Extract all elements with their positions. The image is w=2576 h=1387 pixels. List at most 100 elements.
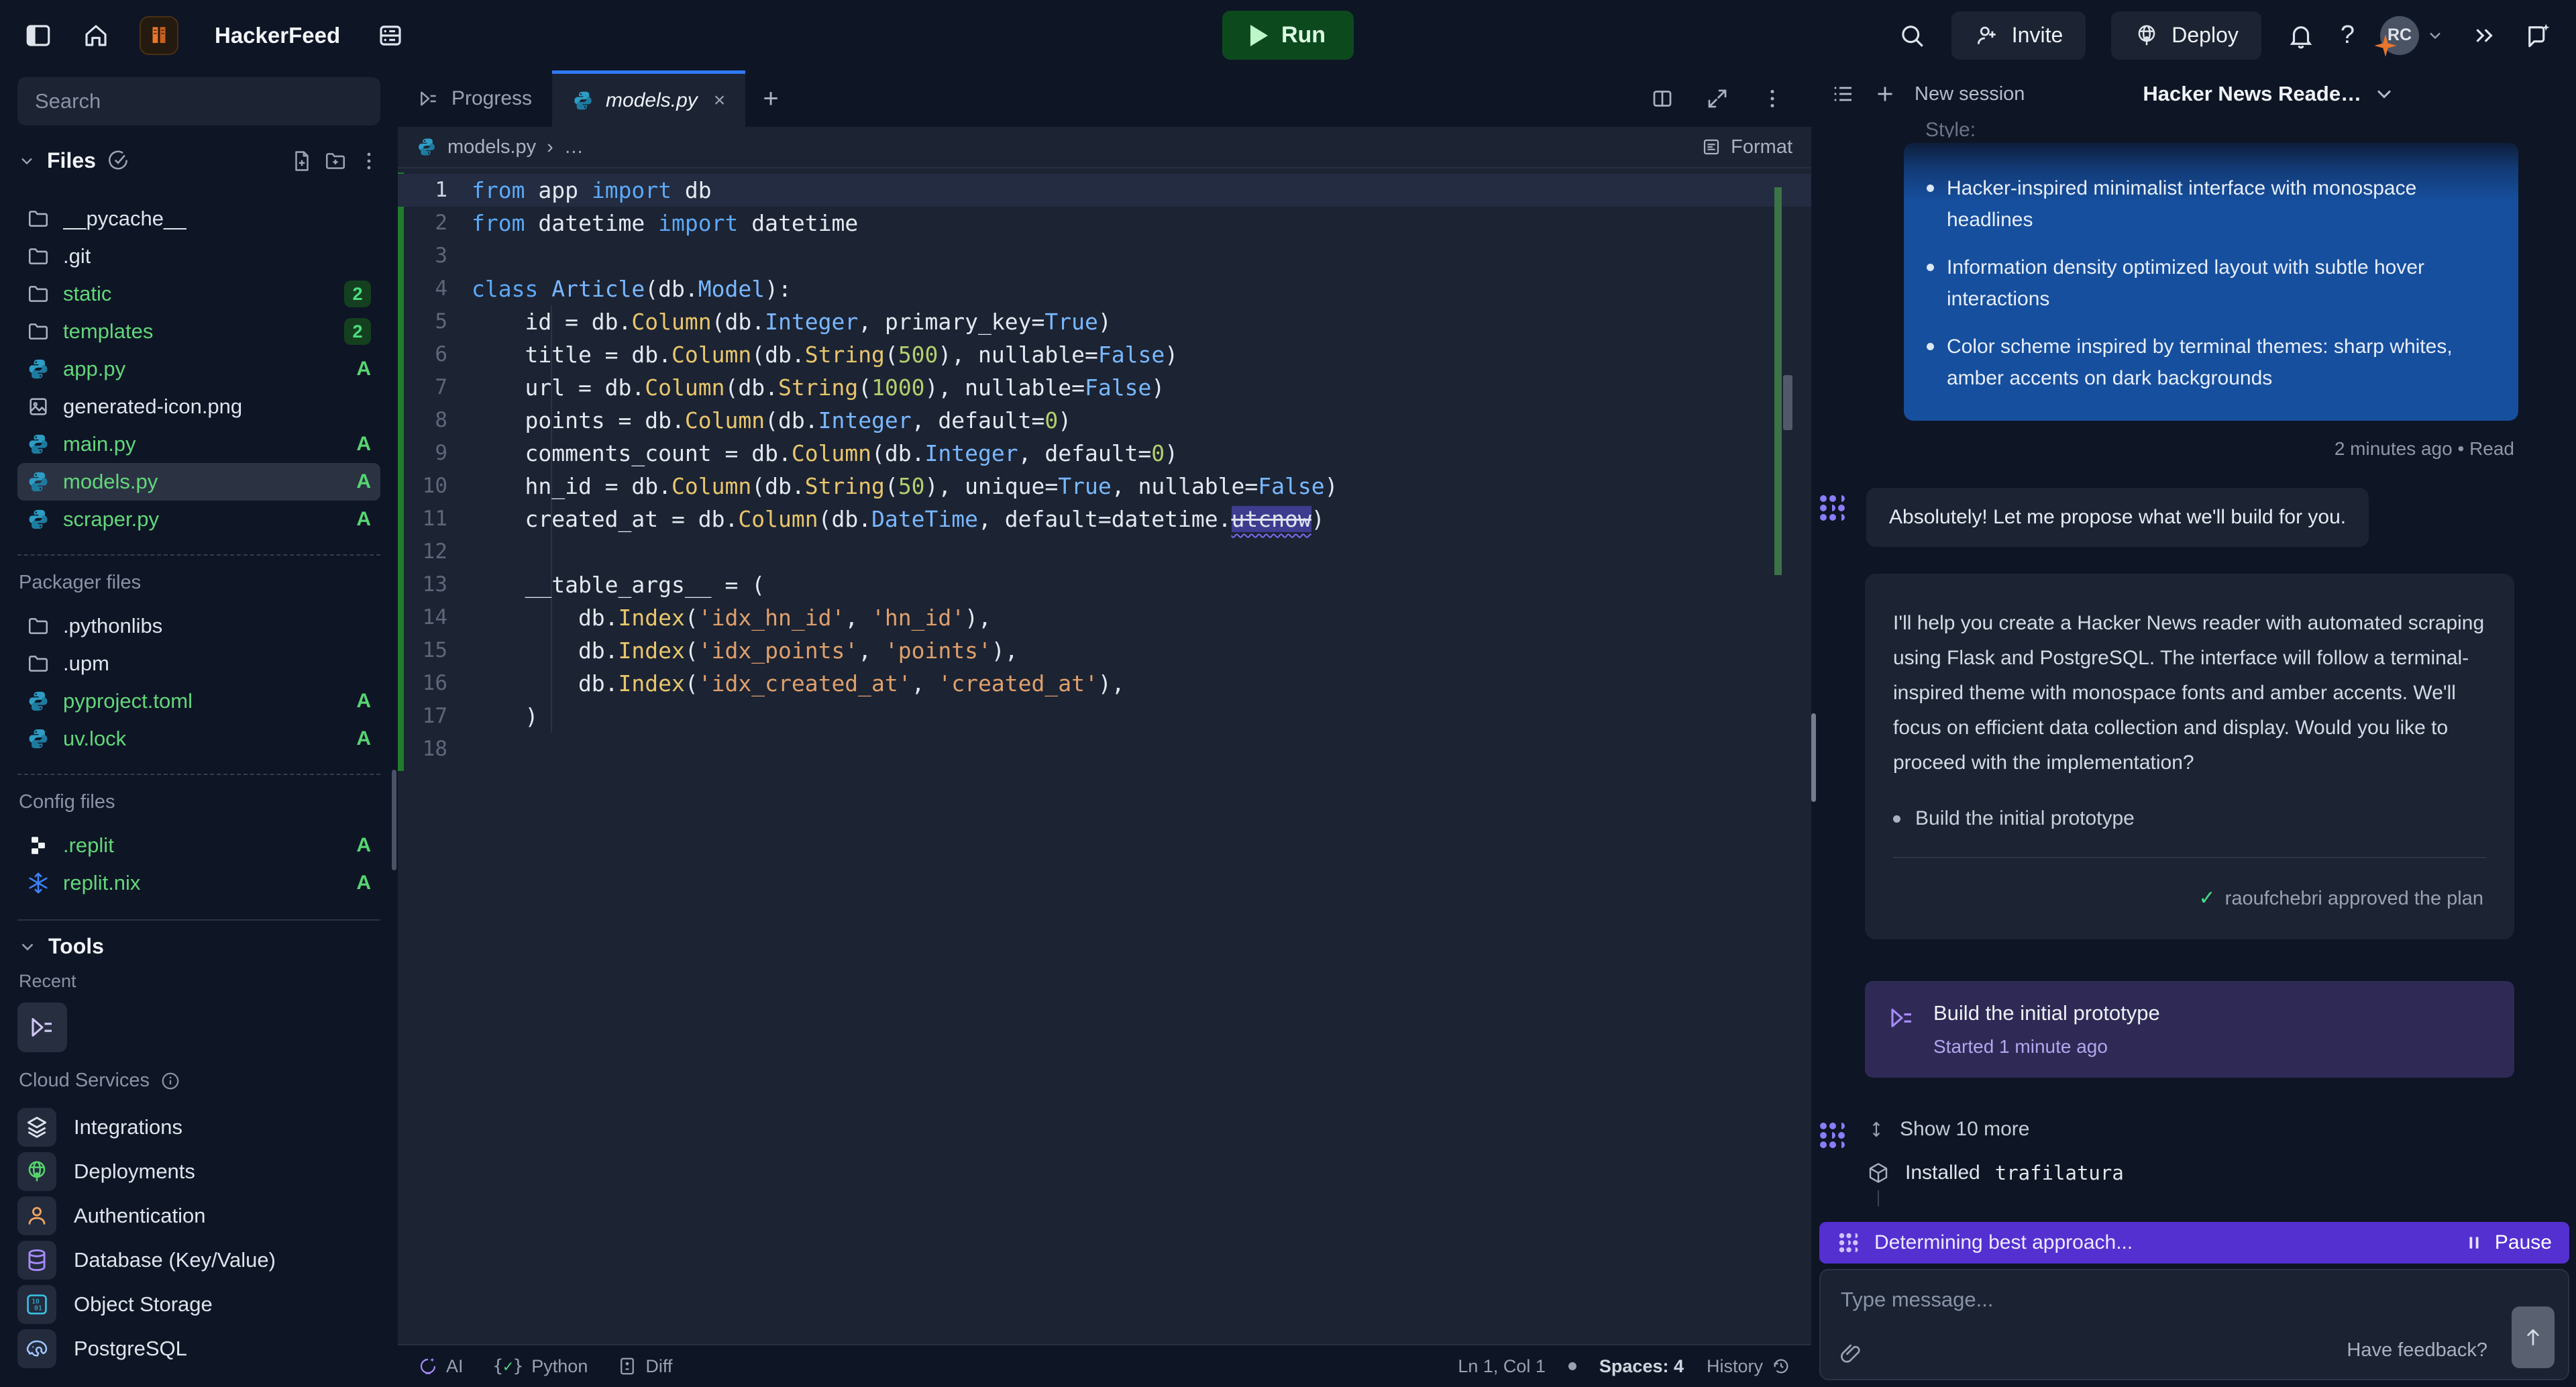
plus-icon[interactable] xyxy=(1873,82,1897,106)
file-row-app-py[interactable]: app.py A xyxy=(17,350,380,388)
code-line-12[interactable]: 12 xyxy=(398,535,1811,568)
session-title[interactable]: Hacker News Reade… xyxy=(2143,82,2396,106)
file-row-static[interactable]: static 2 xyxy=(17,275,380,313)
statusbar-ai[interactable]: AI xyxy=(418,1356,464,1377)
tool-item-database-key-value[interactable]: Database (Key/Value) xyxy=(17,1238,380,1282)
code-line-7[interactable]: 7 url = db.Column(db.String(1000), nulla… xyxy=(398,371,1811,404)
format-button[interactable]: Format xyxy=(1701,136,1792,158)
file-row-pyproject-toml[interactable]: pyproject.toml A xyxy=(17,682,380,720)
code-line-8[interactable]: 8 points = db.Column(db.Integer, default… xyxy=(398,404,1811,437)
close-tab-icon[interactable]: × xyxy=(714,89,726,112)
line-number: 1 xyxy=(398,174,472,207)
breadcrumb-file[interactable]: models.py xyxy=(447,136,536,158)
code-line-15[interactable]: 15 db.Index('idx_points', 'points'), xyxy=(398,634,1811,667)
git-change-count-badge: 2 xyxy=(344,280,371,307)
repl-resources-icon[interactable] xyxy=(376,21,405,50)
sessions-list-icon[interactable] xyxy=(1831,82,1856,106)
indent-setting[interactable]: Spaces: 4 xyxy=(1599,1356,1684,1377)
message-input[interactable] xyxy=(1821,1270,2568,1317)
code-line-4[interactable]: 4 class Article(db.Model): xyxy=(398,272,1811,305)
chat-header: New session Hacker News Reade… xyxy=(1811,70,2576,117)
search-input[interactable] xyxy=(17,77,380,125)
help-icon[interactable]: ? xyxy=(2341,21,2355,50)
code-line-16[interactable]: 16 db.Index('idx_created_at', 'created_a… xyxy=(398,667,1811,700)
notifications-bell-icon[interactable] xyxy=(2287,21,2315,50)
file-row-git[interactable]: .git xyxy=(17,238,380,275)
code-line-11[interactable]: 11 created_at = db.Column(db.DateTime, d… xyxy=(398,503,1811,535)
chevron-down-icon[interactable] xyxy=(17,152,36,170)
history-button[interactable]: History xyxy=(1707,1356,1791,1377)
home-icon[interactable] xyxy=(82,21,110,50)
feedback-link[interactable]: Have feedback? xyxy=(2347,1339,2487,1362)
code-line-3[interactable]: 3 xyxy=(398,240,1811,272)
expand-icon[interactable] xyxy=(1705,87,1729,111)
new-chat-icon[interactable] xyxy=(2524,21,2552,50)
tool-item-deployments[interactable]: Deployments xyxy=(17,1149,380,1194)
kebab-menu-icon[interactable] xyxy=(1760,87,1784,111)
file-row-generated-icon-png[interactable]: generated-icon.png xyxy=(17,388,380,425)
code-line-5[interactable]: 5 id = db.Column(db.Integer, primary_key… xyxy=(398,305,1811,338)
file-row-uv-lock[interactable]: uv.lock A xyxy=(17,720,380,758)
pause-button[interactable]: Pause xyxy=(2465,1231,2552,1254)
code-line-14[interactable]: 14 db.Index('idx_hn_id', 'hn_id'), xyxy=(398,601,1811,634)
code-line-10[interactable]: 10 hn_id = db.Column(db.String(50), uniq… xyxy=(398,470,1811,503)
code-line-1[interactable]: 1 from app import db xyxy=(398,174,1811,207)
collapse-panel-icon[interactable] xyxy=(2470,21,2498,50)
breadcrumb: models.py › … Format xyxy=(398,127,1811,168)
chevron-down-icon[interactable] xyxy=(17,937,38,957)
installed-step[interactable]: Installed trafilatura xyxy=(1866,1161,2499,1185)
file-name: templates xyxy=(63,319,153,344)
tool-item-authentication[interactable]: Authentication xyxy=(17,1194,380,1238)
user-message-card: Hacker-inspired minimalist interface wit… xyxy=(1904,143,2518,421)
file-row-upm[interactable]: .upm xyxy=(17,645,380,682)
tool-item-integrations[interactable]: Integrations xyxy=(17,1105,380,1149)
code-line-6[interactable]: 6 title = db.Column(db.String(500), null… xyxy=(398,338,1811,371)
code-editor[interactable]: 1 from app import db 2 from datetime imp… xyxy=(398,168,1811,1344)
file-row-templates[interactable]: templates 2 xyxy=(17,313,380,350)
code-line-18[interactable]: 18 xyxy=(398,733,1811,766)
run-button[interactable]: Run xyxy=(1222,11,1354,60)
chat-scrollbar[interactable] xyxy=(1811,713,1816,802)
statusbar-language[interactable]: {✓} Python xyxy=(493,1356,588,1377)
task-card[interactable]: Build the initial prototype Started 1 mi… xyxy=(1865,981,2514,1078)
cursor-position[interactable]: Ln 1, Col 1 xyxy=(1458,1356,1546,1377)
attach-paperclip-icon[interactable] xyxy=(1838,1341,1862,1366)
send-button[interactable] xyxy=(2512,1306,2555,1368)
code-line-17[interactable]: 17 ) xyxy=(398,700,1811,733)
file-row-scraper-py[interactable]: scraper.py A xyxy=(17,501,380,538)
chat-message-list[interactable]: Style: Hacker-inspired minimalist interf… xyxy=(1811,117,2576,1209)
replit-icon xyxy=(27,834,50,857)
deploy-button[interactable]: Deploy xyxy=(2111,11,2261,60)
message-meta[interactable]: 2 minutes ago • Read xyxy=(1811,438,2514,460)
line-number: 10 xyxy=(398,470,472,503)
sidebar-toggle-icon[interactable] xyxy=(24,21,52,50)
file-row-pythonlibs[interactable]: .pythonlibs xyxy=(17,607,380,645)
editor-scrollbar[interactable] xyxy=(1783,375,1792,430)
tab-progress[interactable]: Progress xyxy=(398,70,552,127)
split-editor-icon[interactable] xyxy=(1650,87,1674,111)
invite-button[interactable]: Invite xyxy=(1951,11,2086,60)
tool-item-postgresql[interactable]: PostgreSQL xyxy=(17,1327,380,1371)
code-line-2[interactable]: 2 from datetime import datetime xyxy=(398,207,1811,240)
kebab-menu-icon[interactable] xyxy=(358,150,380,172)
sidebar-scrollbar[interactable] xyxy=(392,770,396,870)
new-tab-button[interactable]: + xyxy=(745,70,796,127)
statusbar-diff[interactable]: Diff xyxy=(617,1356,672,1377)
account-menu[interactable]: RC xyxy=(2380,16,2445,55)
new-file-icon[interactable] xyxy=(290,150,313,172)
file-row-replit[interactable]: .replit A xyxy=(17,827,380,864)
file-row-replit-nix[interactable]: replit.nix A xyxy=(17,864,380,902)
code-line-9[interactable]: 9 comments_count = db.Column(db.Integer,… xyxy=(398,437,1811,470)
file-row-main-py[interactable]: main.py A xyxy=(17,425,380,463)
file-row-models-py[interactable]: models.py A xyxy=(17,463,380,501)
code-line-13[interactable]: 13 __table_args__ = ( xyxy=(398,568,1811,601)
recent-tool-console[interactable] xyxy=(17,1003,67,1052)
file-row-pycache[interactable]: __pycache__ xyxy=(17,200,380,238)
tab-models-py[interactable]: models.py × xyxy=(552,70,745,127)
tool-item-object-storage[interactable]: 1001 Object Storage xyxy=(17,1282,380,1327)
show-more-button[interactable]: Show 10 more xyxy=(1866,1118,2499,1141)
breadcrumb-more[interactable]: … xyxy=(564,136,584,158)
new-folder-icon[interactable] xyxy=(324,150,347,172)
search-icon[interactable] xyxy=(1898,21,1926,50)
new-session-button[interactable]: New session xyxy=(1915,83,2025,105)
